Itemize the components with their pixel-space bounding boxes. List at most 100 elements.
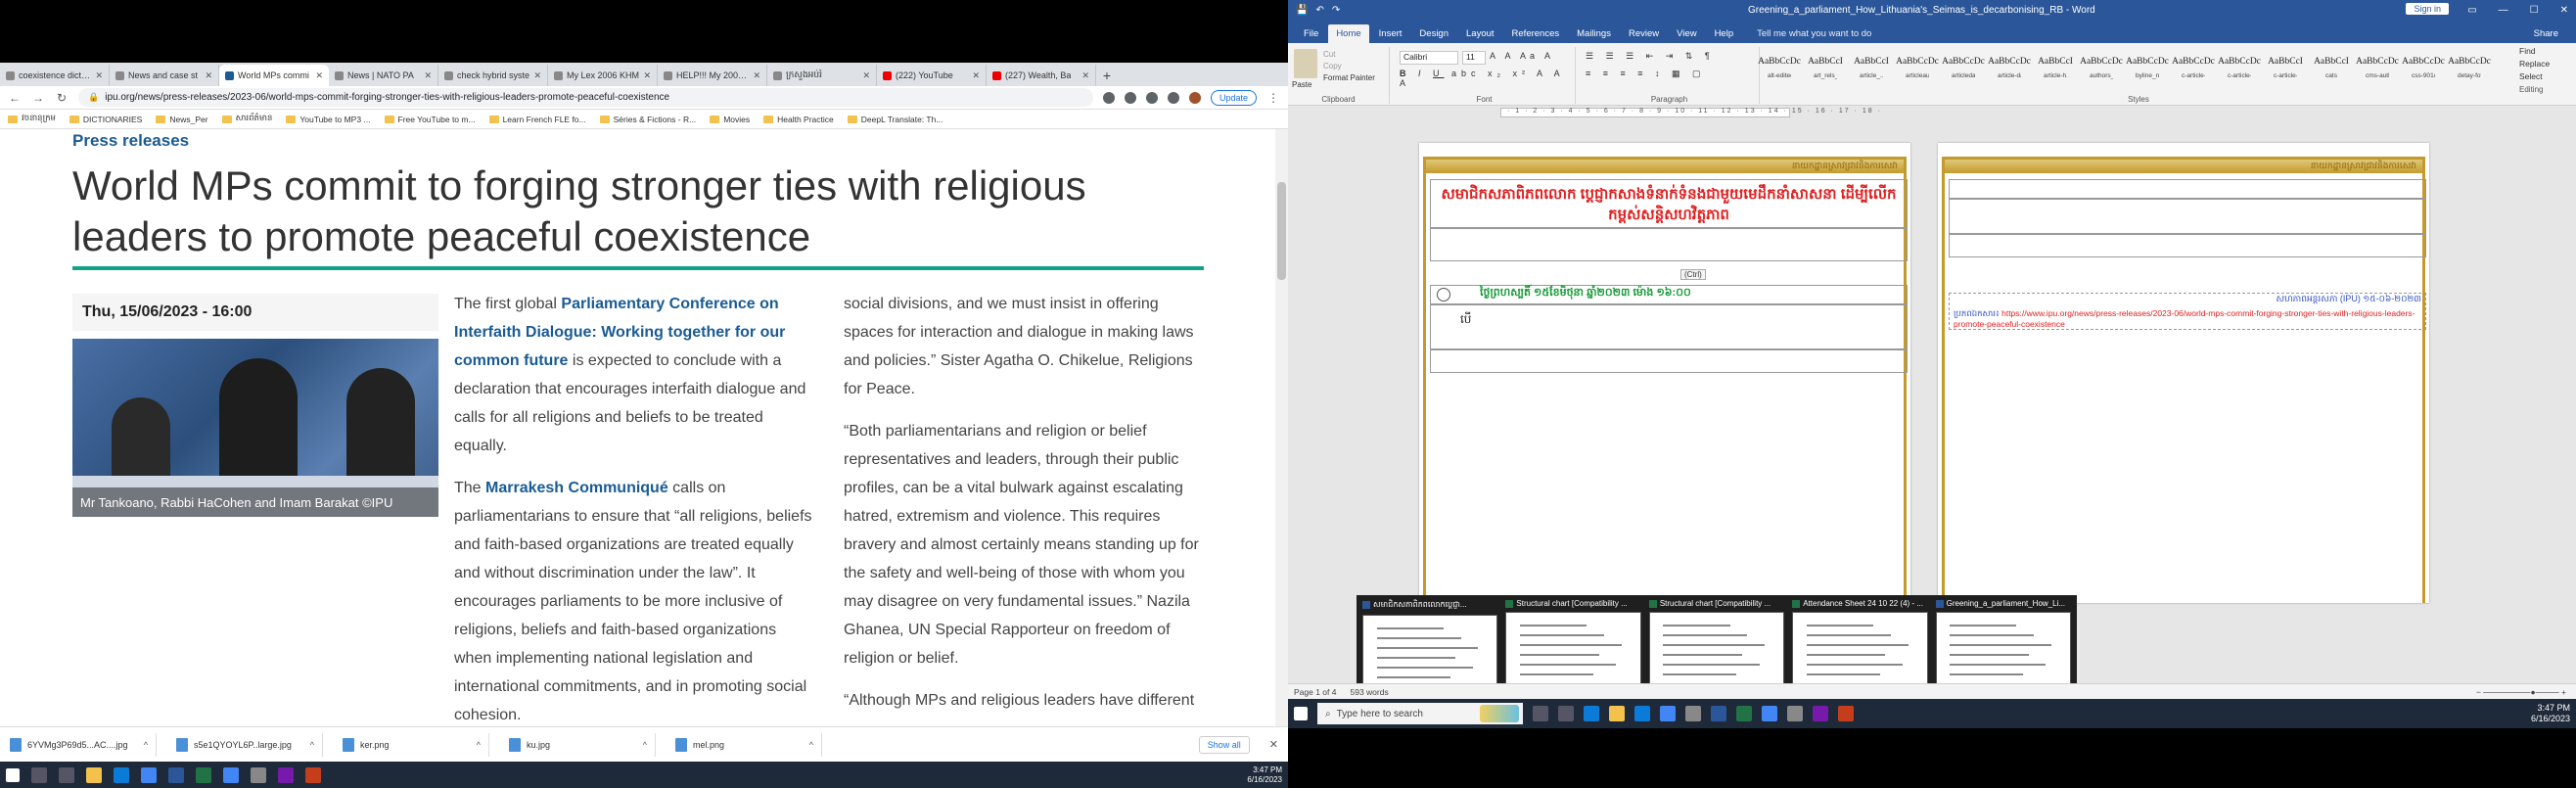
source-cell[interactable]: សហភាពអន្តរសភា (IPU) ១៥-០៦-២០២៣ ប្រភពឯកសា… [1949, 293, 2426, 330]
share-button[interactable]: Share [2526, 24, 2566, 43]
list-buttons[interactable]: ☰ ☰ ☰ ⇤ ⇥ ⇅ ¶ [1586, 51, 1715, 62]
taskbar-search-input[interactable]: ⌕ Type here to search [1317, 703, 1523, 724]
download-item[interactable]: mel.png ^ [675, 732, 822, 757]
chrome-icon[interactable] [141, 766, 157, 783]
file-explorer-icon[interactable] [86, 766, 102, 783]
excel-icon[interactable] [1736, 706, 1752, 721]
tab-help[interactable]: Help [1707, 24, 1742, 43]
onenote-icon[interactable] [278, 766, 294, 783]
style-item[interactable]: AaBbCcDc alt-edited [1758, 51, 1801, 79]
close-icon[interactable]: ✕ [1081, 70, 1089, 81]
tab-mailings[interactable]: Mailings [1569, 24, 1619, 43]
url-bar[interactable]: 🔒 ipu.org/news/press-releases/2023-06/wo… [78, 88, 1093, 107]
close-icon[interactable]: ✕ [643, 70, 651, 81]
section-label[interactable]: Press releases [72, 131, 189, 151]
style-item[interactable]: AaBbCcDc detay-fot... [2448, 51, 2491, 79]
window-preview[interactable]: Greening_a_parliament_How_Li... [1935, 599, 2072, 695]
title-cell[interactable]: សមាជិកសភាពិភពលោក ប្តេជ្ញាកសាងទំនាក់ទំនងជ… [1430, 179, 1908, 228]
close-icon[interactable]: ✕ [972, 70, 980, 81]
forward-icon[interactable]: → [31, 91, 45, 105]
back-icon[interactable]: ← [8, 91, 22, 105]
edge-icon[interactable] [1634, 706, 1650, 721]
reload-icon[interactable]: ↻ [55, 91, 69, 105]
close-icon[interactable]: ✕ [424, 70, 432, 81]
redo-icon[interactable]: ↷ [1332, 5, 1340, 16]
page-count[interactable]: Page 1 of 4 [1294, 687, 1336, 697]
bookmark-item[interactable]: DeepL Translate: Th... [847, 115, 943, 124]
search-icon[interactable] [31, 766, 47, 783]
table-cell[interactable] [1430, 349, 1908, 373]
chrome-icon[interactable] [1660, 706, 1676, 721]
bookmark-item[interactable]: DICTIONARIES [69, 115, 142, 124]
settings-icon[interactable] [251, 766, 266, 783]
horizontal-ruler[interactable]: · 1 · 2 · 3 · 4 · 5 · 6 · 7 · 8 · 9 · 10… [1370, 106, 2576, 119]
system-clock[interactable]: 3:47 PM 6/16/2023 [2531, 703, 2570, 724]
show-all-button[interactable]: Show all [1198, 735, 1250, 754]
download-item[interactable]: s5e1QYOYL6P..large.jpg ^ [176, 732, 323, 757]
download-item[interactable]: ker.png ^ [343, 732, 489, 757]
chevron-up-icon[interactable]: ^ [310, 740, 314, 750]
communique-link[interactable]: Marrakesh Communiqué [485, 480, 668, 496]
task-view-icon[interactable] [1558, 706, 1574, 721]
scrollbar-thumb[interactable] [1277, 182, 1286, 280]
windows-start-icon[interactable] [1294, 707, 1308, 720]
font-grow-shrink[interactable]: A A Aa A [1490, 51, 1554, 61]
close-icon[interactable]: ✕ [2560, 5, 2568, 16]
settings-icon[interactable] [1787, 706, 1803, 721]
chevron-up-icon[interactable]: ^ [809, 740, 813, 750]
tab-0[interactable]: coexistence dictionar✕ [0, 65, 110, 86]
minimize-icon[interactable]: — [2499, 5, 2508, 16]
format-buttons[interactable]: B I U abc x₂ x² A A A [1400, 69, 1575, 88]
excel-icon[interactable] [196, 766, 211, 783]
chevron-up-icon[interactable]: ^ [144, 740, 148, 750]
bookmark-item[interactable]: YouTube to MP3 ... [286, 115, 371, 124]
tab-file[interactable]: File [1296, 24, 1326, 43]
table-cell[interactable] [1430, 228, 1908, 261]
close-icon[interactable]: ✕ [205, 70, 212, 81]
close-icon[interactable]: ✕ [753, 70, 760, 81]
window-preview[interactable]: Attendance Sheet 24 10 22 (4) - ... [1792, 599, 1928, 695]
copy-button[interactable]: Copy [1323, 61, 1375, 72]
style-item[interactable]: AaBbCcDc articledate [1942, 51, 1985, 79]
window-preview[interactable]: សមាជិកសភាពិភពលោកប្តេជ្ញា... [1362, 599, 1498, 695]
select-button[interactable]: Select [2519, 70, 2550, 83]
extensions-icon[interactable] [1167, 91, 1179, 104]
paste-icon[interactable] [1294, 49, 1317, 78]
style-item[interactable]: AaBbCcDc c-article-... [2172, 51, 2215, 79]
bookmark-item[interactable]: Free YouTube to m... [384, 115, 476, 124]
share-icon[interactable] [1124, 91, 1136, 104]
word-icon[interactable] [1711, 706, 1726, 721]
tab-9[interactable]: (227) Wealth, Ba ✕ [987, 65, 1096, 86]
bookmark-item[interactable]: សារព័ត៌មាន [221, 113, 272, 125]
update-button[interactable]: Update [1210, 89, 1257, 106]
settings-icon[interactable] [1685, 706, 1701, 721]
bookmark-item[interactable]: Learn French FLE fo... [488, 115, 586, 124]
tab-5[interactable]: My Lex 2006 KHM ✕ [548, 65, 658, 86]
style-item[interactable]: AaBbCcDc cms-author [2356, 51, 2399, 79]
download-item[interactable]: 6YVMg3P69d5...AC....jpg ^ [10, 732, 157, 757]
tab-8[interactable]: (222) YouTube ✕ [877, 65, 987, 86]
font-size-select[interactable]: 11 [1462, 51, 1486, 65]
chevron-up-icon[interactable]: ^ [643, 740, 647, 750]
file-explorer-icon[interactable] [1609, 706, 1625, 721]
tab-2-active[interactable]: World MPs commi ✕ [219, 65, 329, 86]
bookmark-item[interactable]: Movies [710, 115, 750, 124]
chrome-icon[interactable] [1762, 706, 1777, 721]
word-count[interactable]: 593 words [1350, 687, 1388, 697]
format-painter-button[interactable]: Format Painter [1323, 72, 1375, 84]
paste-button[interactable]: Paste [1292, 80, 1311, 89]
date-cell[interactable]: ថ្ងៃព្រហស្បតិ៍ ១៥ខែមិថុនា ឆ្នាំ២០២៣ ម៉ោង… [1430, 285, 1908, 304]
window-preview[interactable]: Structural chart [Compatibility ... [1648, 599, 1785, 695]
chevron-up-icon[interactable]: ^ [477, 740, 481, 750]
edge-icon[interactable] [114, 766, 129, 783]
font-name-select[interactable]: Calibri [1400, 51, 1458, 65]
maximize-icon[interactable]: ☐ [2530, 5, 2539, 16]
tab-review[interactable]: Review [1621, 24, 1667, 43]
style-item[interactable]: AaBbCcI c-article-... [2268, 51, 2303, 79]
tell-me-input[interactable]: Tell me what you want to do [1749, 24, 1879, 43]
tab-1[interactable]: News and case st ✕ [110, 65, 219, 86]
ribbon-display-icon[interactable]: ▭ [2467, 5, 2476, 16]
system-clock[interactable]: 3:47 PM 6/16/2023 [1247, 765, 1282, 785]
windows-start-icon[interactable] [6, 767, 20, 782]
document-page-1[interactable]: នាយកដ្ឋានស្រាវជ្រាវនិងការសេវា សមាជិកសភាព… [1419, 143, 1910, 603]
